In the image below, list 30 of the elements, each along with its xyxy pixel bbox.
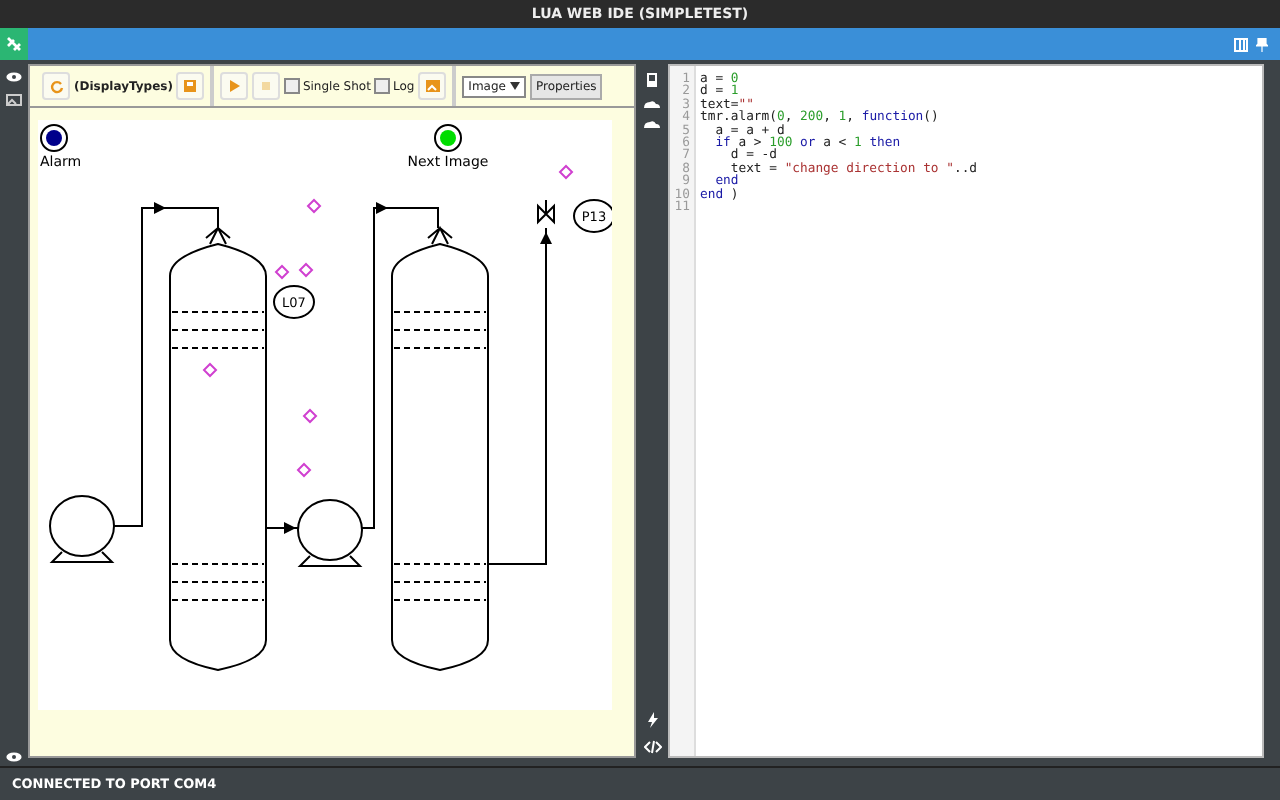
save-button[interactable] — [176, 72, 205, 100]
marker-icon[interactable] — [558, 164, 574, 180]
marker-icon[interactable] — [302, 408, 318, 424]
caret-icon[interactable] — [509, 82, 520, 90]
device-icon[interactable] — [646, 72, 658, 88]
image-icon[interactable] — [6, 94, 22, 106]
play-icon[interactable] — [229, 80, 240, 92]
marker-icon[interactable] — [298, 262, 314, 278]
connection-toggle[interactable] — [0, 28, 28, 60]
play-button[interactable] — [220, 72, 249, 100]
pin-icon[interactable] — [1256, 37, 1268, 51]
pipe-arrow — [265, 522, 299, 534]
code-icon[interactable] — [643, 740, 661, 754]
eye-icon[interactable] — [6, 72, 22, 82]
tag-bubble — [273, 285, 315, 319]
image-button[interactable] — [418, 72, 447, 100]
save-icon[interactable] — [184, 80, 197, 92]
eye-icon[interactable] — [6, 752, 22, 762]
marker-icon[interactable] — [306, 198, 322, 214]
valve-icon — [537, 199, 555, 225]
refresh-button[interactable] — [42, 72, 70, 100]
columns-icon[interactable] — [1234, 37, 1248, 51]
pump-drawing — [297, 499, 363, 567]
refresh-icon[interactable] — [49, 79, 63, 93]
lightning-icon[interactable] — [647, 712, 657, 728]
marker-icon[interactable] — [274, 264, 290, 280]
pump-drawing — [49, 495, 115, 563]
plug-icon[interactable] — [6, 36, 22, 52]
marker-icon[interactable] — [296, 462, 312, 478]
marker-icon[interactable] — [202, 362, 218, 378]
